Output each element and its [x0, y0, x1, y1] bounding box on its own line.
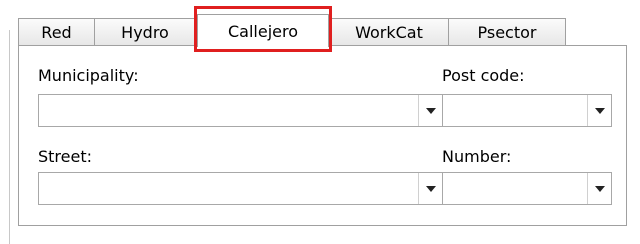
- tab-psector[interactable]: Psector: [448, 18, 566, 45]
- number-label: Number:: [442, 147, 512, 166]
- tab-hydro[interactable]: Hydro: [94, 18, 196, 45]
- tab-callejero[interactable]: Callejero: [197, 14, 329, 47]
- chevron-down-icon: [425, 107, 436, 114]
- tab-red[interactable]: Red: [18, 18, 95, 45]
- municipality-combobox[interactable]: [38, 94, 443, 127]
- street-dropdown-button[interactable]: [418, 173, 442, 204]
- chevron-down-icon: [425, 185, 436, 192]
- window-left-edge: [9, 30, 10, 244]
- chevron-down-icon: [594, 185, 605, 192]
- post-code-combobox[interactable]: [442, 94, 612, 127]
- callejero-panel: Municipality: Post code: Street: Number:: [18, 45, 627, 226]
- municipality-dropdown-button[interactable]: [418, 95, 442, 126]
- number-combobox[interactable]: [442, 172, 612, 205]
- chevron-down-icon: [594, 107, 605, 114]
- post-code-label: Post code:: [442, 66, 525, 85]
- municipality-label: Municipality:: [38, 66, 139, 85]
- number-dropdown-button[interactable]: [587, 173, 611, 204]
- post-code-dropdown-button[interactable]: [587, 95, 611, 126]
- street-combobox[interactable]: [38, 172, 443, 205]
- tab-workcat[interactable]: WorkCat: [329, 18, 449, 45]
- street-label: Street:: [38, 147, 93, 166]
